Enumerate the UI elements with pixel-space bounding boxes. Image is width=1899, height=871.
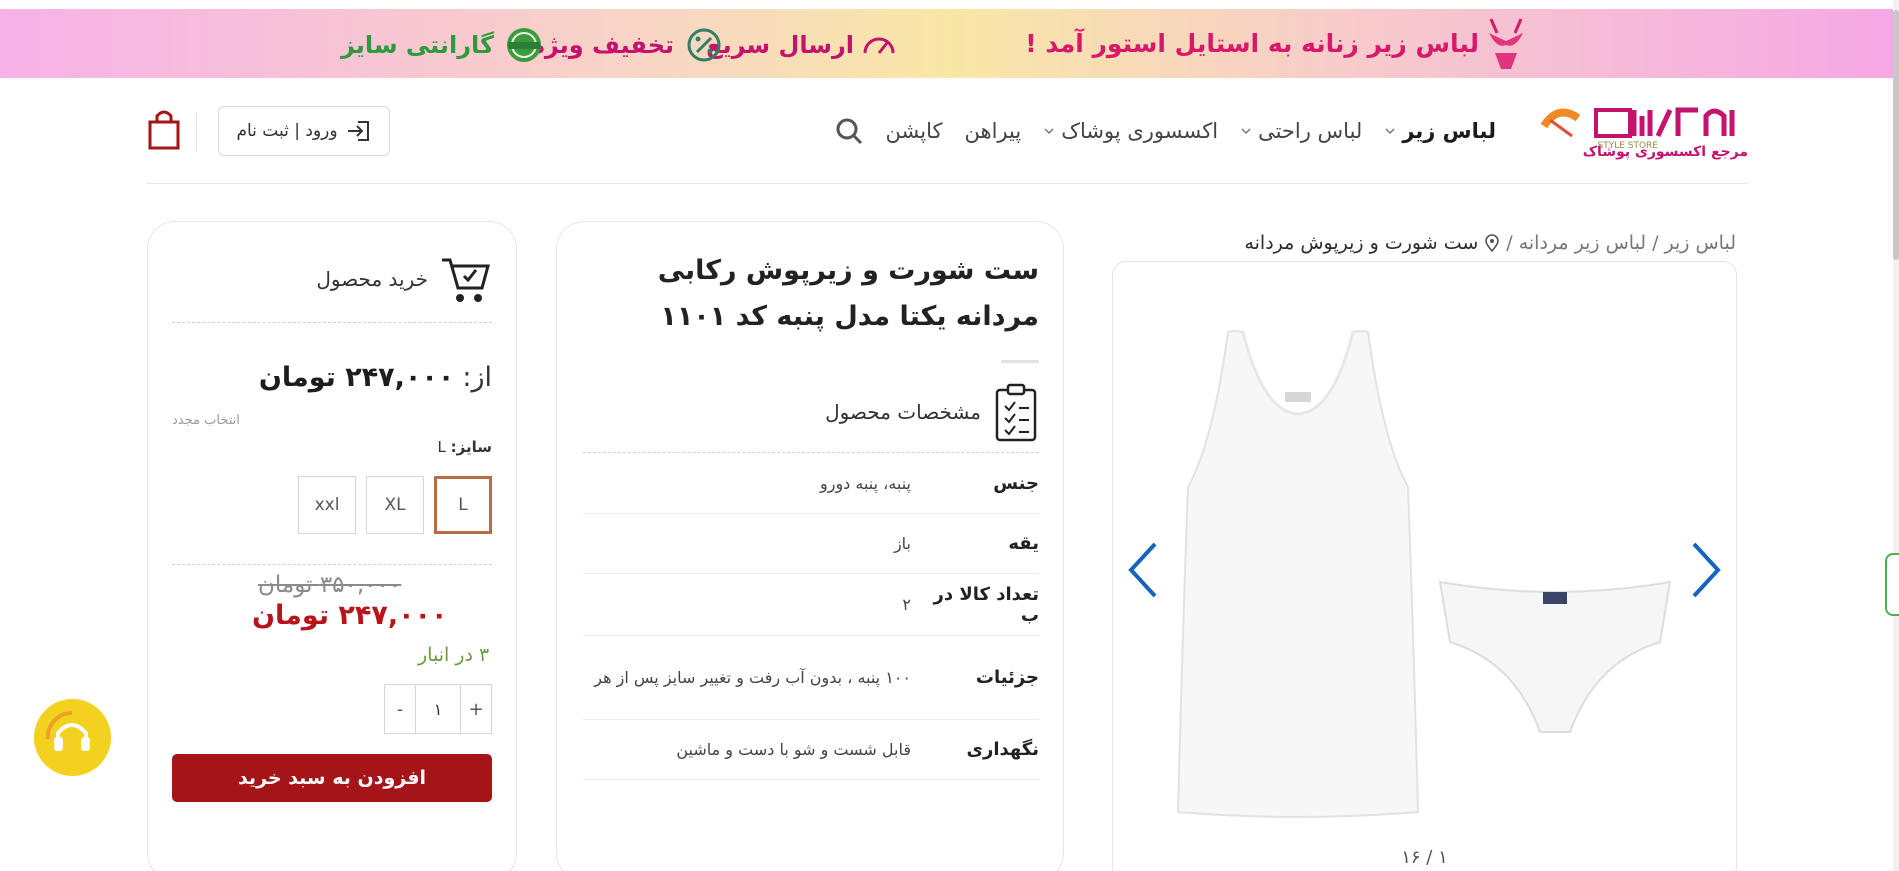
size-option-xl[interactable]: XL [366, 476, 424, 534]
nav-item-accessories[interactable]: اکسسوری پوشاک [1043, 119, 1218, 143]
nav-item-label: لباس زیر [1402, 119, 1496, 143]
size-options: L XL xxl [298, 476, 492, 534]
size-option-l[interactable]: L [434, 476, 492, 534]
breadcrumb-link-underwear[interactable]: لباس زیر [1665, 232, 1737, 254]
from-prefix: از: [462, 362, 492, 393]
product-image-brief[interactable] [1435, 562, 1675, 742]
size-label-text: سایز: [450, 438, 492, 456]
product-title: ست شورت و زیرپوش رکابی مردانه یکتا مدل پ… [657, 255, 1039, 332]
nav-item-loungewear[interactable]: لباس راحتی [1240, 119, 1362, 143]
spec-value: ۱۰۰ پنبه ، بدون آب رفت و تغییر سایز پس ا… [594, 667, 911, 687]
nav-item-underwear[interactable]: لباس زیر [1384, 119, 1496, 143]
discount-icon [687, 28, 721, 62]
nav-item-label: پیراهن [964, 119, 1022, 143]
buy-divider [172, 322, 492, 323]
login-register-button[interactable]: ورود | ثبت نام [218, 106, 390, 156]
scrollbar-thumb[interactable] [1893, 10, 1899, 260]
chevron-down-icon [1044, 128, 1054, 135]
nav-item-shirts[interactable]: پیراهن [965, 119, 1022, 143]
from-price: از:۲۴۷,۰۰۰ تومان [259, 362, 492, 393]
size-option-xxl[interactable]: xxl [298, 476, 356, 534]
page-scrollbar[interactable] [1893, 0, 1899, 871]
promo-banner[interactable]: لباس زیر زنانه به استایل استور آمد ! ارس… [0, 9, 1899, 78]
gallery-counter: ۱ / ۱۶ [1401, 847, 1448, 868]
size-label: سایز: L [438, 438, 493, 456]
spec-value: ۲ [902, 594, 911, 614]
nav-item-label: لباس راحتی [1258, 119, 1363, 143]
buy-heading: خرید محصول [316, 252, 492, 306]
nav-item-jackets[interactable]: کاپشن [886, 119, 943, 143]
spec-key: نگهداری [966, 739, 1039, 760]
shopping-cart-check-icon [442, 258, 490, 302]
stock-status: ۳ در انبار [418, 644, 490, 666]
location-pin-icon [1485, 234, 1500, 252]
buy-box-card: خرید محصول از:۲۴۷,۰۰۰ تومان انتخاب مجدد … [147, 221, 517, 871]
chevron-down-icon [1241, 128, 1251, 135]
side-widget-tab[interactable] [1885, 553, 1899, 616]
banner-fast-shipping: ارسال سریع [706, 31, 854, 59]
spec-row-pack-count: تعداد کالا در ب ۲ [583, 574, 1039, 636]
spec-row-collar: یقه باز [583, 514, 1039, 574]
from-price-value: ۲۴۷,۰۰۰ تومان [258, 362, 455, 393]
specs-heading-label: مشخصات محصول [825, 400, 981, 424]
search-icon[interactable] [834, 116, 864, 146]
buy-heading-label: خرید محصول [316, 267, 428, 291]
quantity-decrease-button[interactable]: - [385, 685, 415, 733]
lingerie-icon [1489, 18, 1523, 69]
logo-tagline: مرجع اکسسوری پوشاک [1582, 144, 1748, 160]
quantity-increase-button[interactable]: + [461, 685, 491, 733]
banner-size-guarantee: گارانتی سایز [340, 31, 494, 59]
header-divider [196, 112, 197, 152]
product-image-tank-top[interactable] [1173, 322, 1423, 822]
gallery-prev-arrow-icon[interactable] [1125, 540, 1161, 600]
shopping-bag-icon[interactable] [146, 108, 182, 152]
reset-selection-link[interactable]: انتخاب مجدد [172, 413, 240, 428]
product-gallery: ۱ / ۱۶ [1112, 261, 1737, 871]
spec-value: قابل شست و شو با دست و ماشین [676, 739, 911, 759]
specs-table: جنس پنبه، پنبه دورو یقه باز تعداد کالا د… [583, 454, 1039, 780]
clipboard-checklist-icon [995, 383, 1037, 442]
buy-divider [172, 564, 492, 565]
gallery-next-arrow-icon[interactable] [1688, 540, 1724, 600]
specs-divider [583, 452, 1039, 453]
spec-row-details: جزئیات ۱۰۰ پنبه ، بدون آب رفت و تغییر سا… [583, 636, 1039, 720]
sale-price: ۲۴۷,۰۰۰ تومان [252, 600, 448, 631]
breadcrumb-current: ست شورت و زیرپوش مردانه [1244, 232, 1479, 254]
site-header: STYLE STORE مرجع اکسسوری پوشاک لباس زیر … [146, 78, 1748, 184]
title-divider [1001, 360, 1039, 363]
spec-row-material: جنس پنبه، پنبه دورو [583, 454, 1039, 514]
support-chat-button[interactable] [34, 699, 111, 776]
banner-special-discount: تخفیف ویژه [530, 31, 674, 59]
breadcrumb: لباس زیر / لباس زیر مردانه / ست شورت و ز… [1244, 232, 1736, 254]
spec-key: جنس [993, 473, 1039, 494]
add-to-cart-button[interactable]: افزودن به سبد خرید [172, 754, 492, 802]
nav-item-label: کاپشن [885, 119, 943, 143]
quantity-stepper: - ۱ + [384, 684, 492, 734]
spec-row-care: نگهداری قابل شست و شو با دست و ماشین [583, 720, 1039, 780]
guarantee-seal-icon [507, 28, 541, 62]
spec-value: پنبه، پنبه دورو [819, 473, 911, 493]
old-price: ۳۵۰,۰۰۰ تومان [258, 572, 402, 598]
breadcrumb-separator: / [1506, 232, 1513, 254]
nav-item-label: اکسسوری پوشاک [1061, 119, 1219, 143]
banner-main-text: لباس زیر زنانه به استایل استور آمد ! [1025, 29, 1479, 58]
spec-value: باز [893, 533, 911, 553]
login-label: ورود | ثبت نام [236, 121, 338, 141]
top-strip [0, 0, 1899, 9]
product-specs-card: ست شورت و زیرپوش رکابی مردانه یکتا مدل پ… [556, 221, 1064, 871]
headset-icon [45, 710, 90, 751]
speed-icon [863, 37, 895, 54]
chevron-down-icon [1385, 128, 1395, 135]
spec-key: تعداد کالا در ب [933, 583, 1040, 626]
quantity-input[interactable]: ۱ [415, 685, 461, 733]
specs-heading: مشخصات محصول [825, 382, 1039, 442]
breadcrumb-link-mens-underwear[interactable]: لباس زیر مردانه [1519, 232, 1646, 254]
spec-key: یقه [1008, 533, 1039, 554]
breadcrumb-separator: / [1652, 232, 1659, 254]
spec-key: جزئیات [975, 667, 1039, 688]
main-nav: لباس زیر لباس راحتی اکسسوری پوشاک پیراهن… [834, 116, 1496, 146]
size-selected-value: L [437, 438, 446, 456]
login-arrow-icon [347, 121, 369, 141]
